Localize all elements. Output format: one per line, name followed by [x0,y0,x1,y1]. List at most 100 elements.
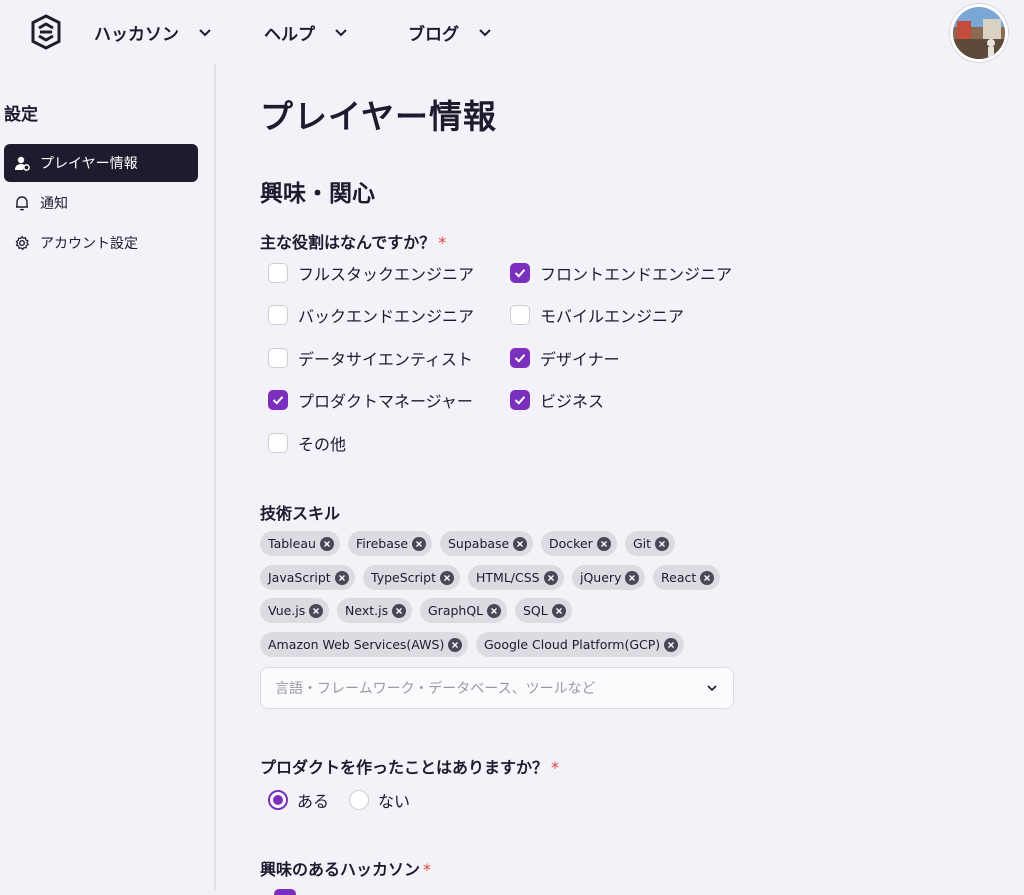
skill-chip-label: Amazon Web Services(AWS) [268,637,445,652]
remove-chip-icon[interactable] [412,536,427,551]
gear-icon [15,235,29,251]
sidebar-item-notifications[interactable]: 通知 [4,184,198,222]
remove-chip-icon[interactable] [319,536,334,551]
check-icon [272,396,284,405]
remove-chip-icon[interactable] [625,570,640,585]
checkbox-label: ビジネス [540,392,605,411]
checkbox-box[interactable] [268,305,288,325]
remove-chip-icon[interactable] [392,603,407,618]
skill-chip-label: Supabase [448,536,510,551]
sidebar-title: 設定 [4,105,38,125]
product-radio-no[interactable]: ない [349,788,410,812]
role-checkbox-designer[interactable]: デザイナー [510,346,620,370]
checkbox-label: デザイナー [540,350,620,369]
nav-blog[interactable]: ブログ [408,18,493,46]
chevron-down-icon [479,29,491,37]
user-avatar[interactable] [950,4,1008,62]
checkbox-box[interactable] [510,390,530,410]
skill-chip: JavaScript [260,565,355,590]
checkbox-label: バックエンドエンジニア [298,307,475,326]
required-mark: * [438,233,447,252]
skill-chip-label: Git [633,536,652,551]
user-gear-icon [15,156,30,171]
checkbox-label: モバイルエンジニア [540,307,685,326]
roles-question-label: 主な役割はなんですか？ [260,233,436,252]
required-mark: * [551,758,560,777]
product-question: プロダクトを作ったことはありますか？ * [260,754,559,778]
role-checkbox-backend[interactable]: バックエンドエンジニア [268,303,474,327]
product-radio-yes[interactable]: ある [268,788,329,812]
remove-chip-icon[interactable] [596,536,611,551]
skill-chip: Amazon Web Services(AWS) [260,632,469,657]
radio-label: ある [297,792,330,811]
skill-chip-label: SQL [523,603,548,618]
skill-chip-label: GraphQL [428,603,484,618]
checkbox-box[interactable] [268,348,288,368]
remove-chip-icon[interactable] [309,603,324,618]
checkbox-label: プロダクトマネージャー [298,392,473,411]
role-checkbox-pm[interactable]: プロダクトマネージャー [268,388,473,412]
checkbox-box[interactable] [268,433,288,453]
remove-chip-icon[interactable] [513,536,528,551]
checkbox-box[interactable] [268,263,288,283]
role-checkbox-business[interactable]: ビジネス [510,388,604,412]
skill-chip-label: React [661,570,697,585]
sidebar-item-player-info[interactable]: プレイヤー情報 [4,144,198,182]
skill-chip: Next.js [337,598,413,623]
skill-chip: jQuery [572,565,646,590]
hackathon-question-label: 興味のあるハッカソン [260,860,421,879]
remove-chip-icon[interactable] [655,536,670,551]
checkbox-box[interactable] [510,305,530,325]
hackathon-checkbox-partial[interactable] [274,889,296,895]
checkbox-label: フロントエンドエンジニア [540,265,733,284]
nav-hackathon[interactable]: ハッカソン [94,18,213,46]
role-checkbox-fullstack[interactable]: フルスタックエンジニア [268,261,474,285]
remove-chip-icon[interactable] [700,570,715,585]
skill-chip-label: Tableau [268,536,316,551]
role-checkbox-frontend[interactable]: フロントエンドエンジニア [510,261,732,285]
radio-label: ない [378,792,411,811]
sidebar-item-label: プレイヤー情報 [40,156,138,172]
chevron-down-icon [707,685,717,692]
skill-chip: TypeScript [363,565,460,590]
skill-chip-label: JavaScript [268,570,331,585]
remove-chip-icon[interactable] [487,603,502,618]
skill-chip-label: TypeScript [371,570,436,585]
checkbox-box[interactable] [268,390,288,410]
remove-chip-icon[interactable] [439,570,454,585]
skill-chip-label: Next.js [345,603,389,618]
check-icon [514,354,526,363]
skill-chip: Tableau [260,531,340,556]
radio-circle[interactable] [268,790,288,810]
product-question-label: プロダクトを作ったことはありますか？ [260,758,549,777]
checkbox-box[interactable] [510,348,530,368]
roles-question: 主な役割はなんですか？ * [260,229,446,253]
nav-help[interactable]: ヘルプ [264,18,349,46]
skill-chip: Firebase [348,531,433,556]
remove-chip-icon[interactable] [334,570,349,585]
checkbox-label: データサイエンティスト [298,350,473,369]
skill-chip: React [653,565,721,590]
sidebar-item-account-settings[interactable]: アカウント設定 [4,224,198,262]
skill-select[interactable]: 言語・フレームワーク・データベース、ツールなど [260,667,734,709]
remove-chip-icon[interactable] [543,570,558,585]
sidebar-item-label: 通知 [40,196,68,212]
skill-chip: GraphQL [420,598,508,623]
skill-select-placeholder: 言語・フレームワーク・データベース、ツールなど [275,681,596,697]
hackathon-question: 興味のあるハッカソン * [260,856,431,880]
nav-help-label: ヘルプ [264,24,315,45]
skill-chip: Google Cloud Platform(GCP) [476,632,685,657]
remove-chip-icon[interactable] [664,637,679,652]
remove-chip-icon[interactable] [551,603,566,618]
logo-icon[interactable] [28,14,64,50]
role-checkbox-other[interactable]: その他 [268,431,346,455]
bell-icon [16,196,28,211]
checkbox-box[interactable] [510,263,530,283]
role-checkbox-mobile[interactable]: モバイルエンジニア [510,303,684,327]
remove-chip-icon[interactable] [448,637,463,652]
radio-circle[interactable] [349,790,369,810]
role-checkbox-data-scientist[interactable]: データサイエンティスト [268,346,473,370]
required-mark: * [423,860,432,879]
skills-label: 技術スキル [260,504,341,523]
skill-chip: SQL [515,598,572,623]
